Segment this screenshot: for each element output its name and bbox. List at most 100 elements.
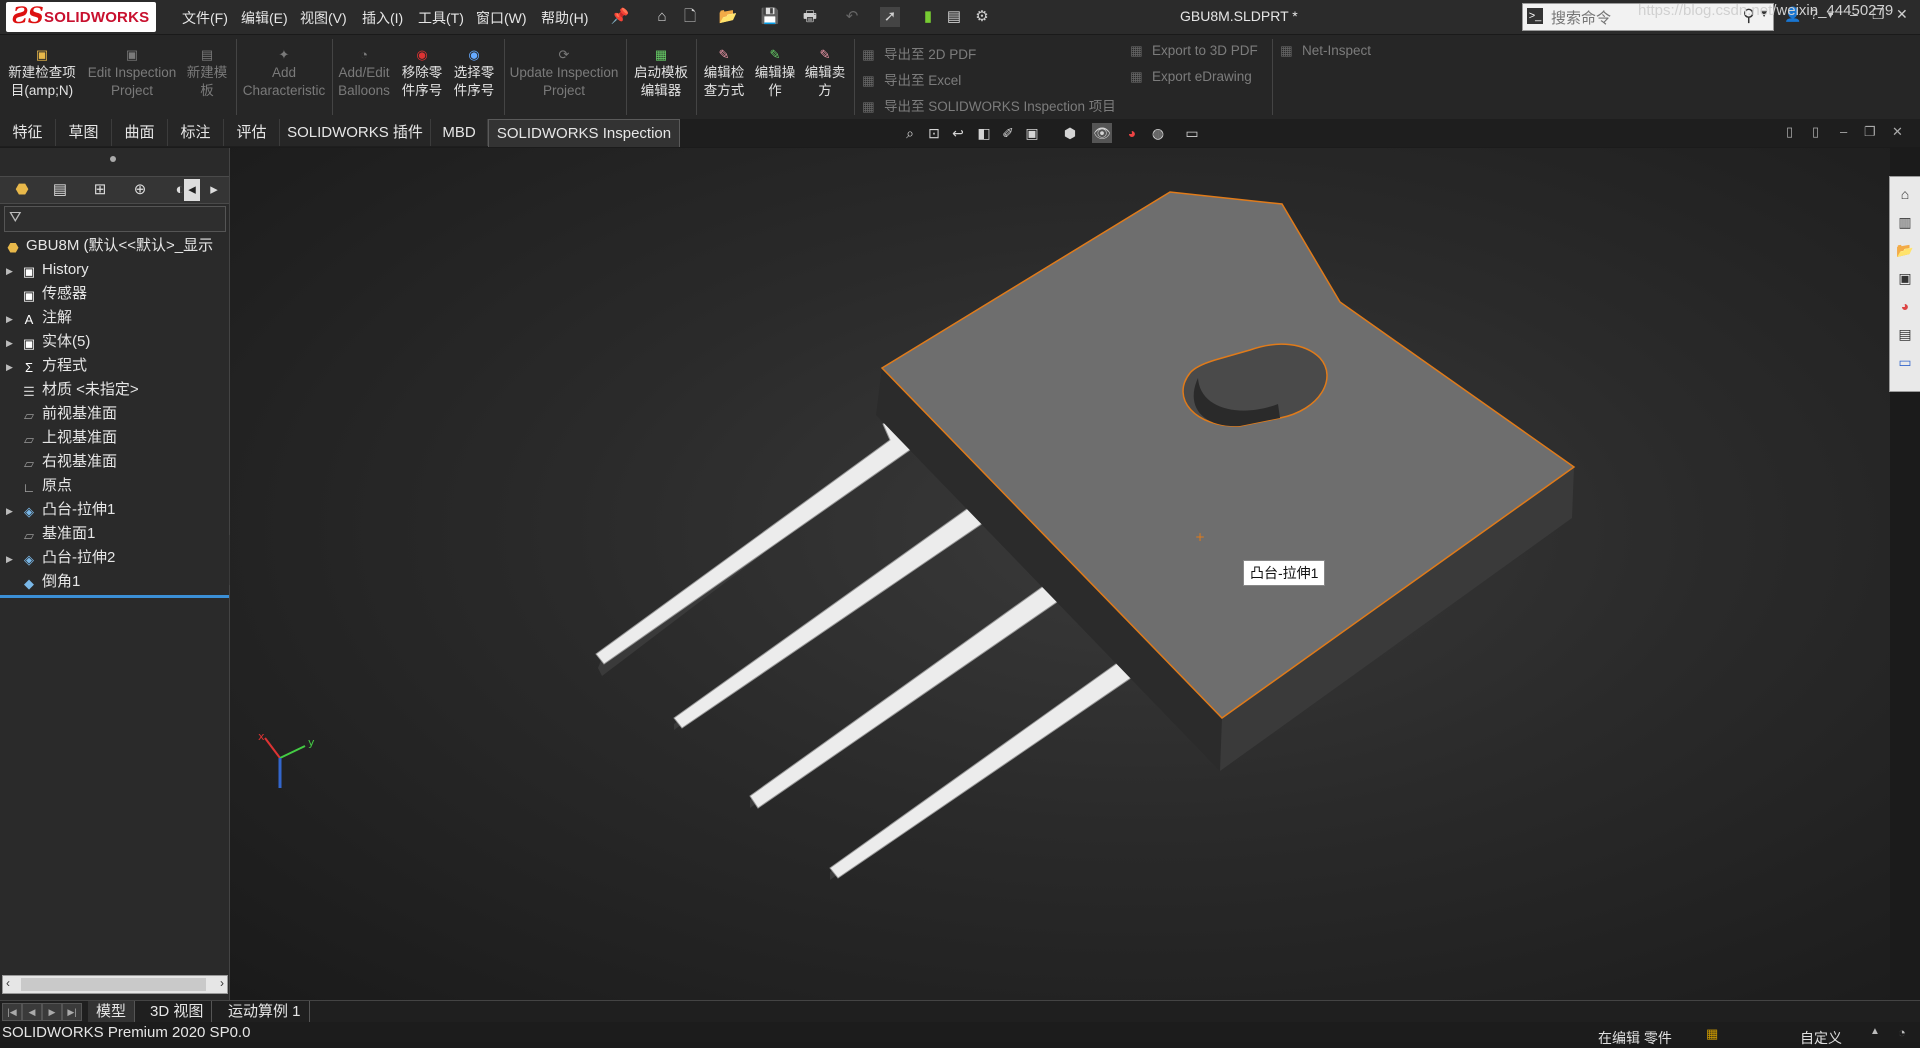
export-3d-pdf-button[interactable]: ▦ Export to 3D PDF	[1130, 43, 1258, 59]
tree-item-plane1[interactable]: ▱ 基准面1	[0, 522, 95, 546]
scroll-left-arrow-icon[interactable]: ‹	[6, 976, 10, 990]
next-tab-icon[interactable]: ▶	[42, 1003, 62, 1021]
expand-arrow-icon[interactable]: ▶	[6, 499, 20, 523]
view-settings-icon[interactable]: ▭	[1182, 123, 1202, 143]
add-edit-balloons-button[interactable]: ◔ Add/Edit Balloons	[334, 47, 394, 100]
tree-item-material[interactable]: ☰ 材质 <未指定>	[0, 378, 139, 402]
zoom-to-fit-icon[interactable]: ⌕	[900, 123, 920, 143]
viewport-close-icon[interactable]: ✕	[1892, 124, 1903, 140]
menu-tools[interactable]: 工具(T)	[418, 8, 464, 28]
menu-file[interactable]: 文件(F)	[182, 8, 228, 28]
menu-help[interactable]: 帮助(H)	[541, 8, 588, 28]
display-style-icon[interactable]: ⬢	[1060, 123, 1080, 143]
feature-tree-tab-icon[interactable]: ⬣	[10, 179, 34, 201]
edit-inspection-project-button[interactable]: ▣ Edit Inspection Project	[84, 47, 180, 100]
tree-filter[interactable]: ⛛	[4, 206, 226, 232]
tab-model[interactable]: 模型	[88, 1001, 136, 1022]
tile-vertical-icon[interactable]: ▯	[1812, 124, 1819, 140]
tree-item-boss-extrude1[interactable]: ▶ ◈ 凸台-拉伸1	[0, 498, 115, 522]
scroll-right-arrow-icon[interactable]: ›	[220, 976, 224, 990]
tree-item-right-plane[interactable]: ▱ 右视基准面	[0, 450, 117, 474]
tab-evaluate[interactable]: 评估	[224, 119, 280, 146]
tree-item-sensors[interactable]: ▣ 传感器	[0, 282, 87, 306]
dynamic-annotation-icon[interactable]: ✐	[998, 123, 1018, 143]
view-orientation-icon[interactable]: ▣	[1022, 123, 1042, 143]
file-explorer-icon[interactable]: 📂	[1895, 239, 1915, 261]
open-icon[interactable]: 📂	[718, 7, 738, 27]
pin-1[interactable]	[595, 405, 941, 676]
tab-inspection[interactable]: SOLIDWORKS Inspection	[488, 119, 680, 147]
tooltip-toggle-icon[interactable]: ◔	[1898, 1025, 1906, 1040]
tile-horizontal-icon[interactable]: ▯	[1786, 124, 1793, 140]
rebuild-status-icon[interactable]: ▦	[1706, 1026, 1718, 1042]
export-inspection-project-button[interactable]: ▦ 导出至 SOLIDWORKS Inspection 项目	[862, 95, 1116, 115]
tree-item-annotations[interactable]: ▶ A 注解	[0, 306, 72, 330]
hide-show-icon[interactable]: 👁	[1092, 123, 1112, 143]
tab-surfaces[interactable]: 曲面	[112, 119, 168, 146]
print-icon[interactable]: 🖶	[800, 7, 820, 27]
scene-icon[interactable]: ◍	[1148, 123, 1168, 143]
home-icon[interactable]: ⌂	[652, 7, 672, 27]
viewport-restore-icon[interactable]: ❐	[1864, 124, 1876, 140]
section-view-icon[interactable]: ◧	[974, 123, 994, 143]
tree-item-equations[interactable]: ▶ Σ 方程式	[0, 354, 87, 378]
add-characteristic-button[interactable]: ✦ Add Characteristic	[240, 47, 328, 100]
tree-item-top-plane[interactable]: ▱ 上视基准面	[0, 426, 117, 450]
template-editor-button[interactable]: ▦ 启动模板编辑器	[630, 47, 692, 100]
menu-view[interactable]: 视图(V)	[300, 8, 347, 28]
save-icon[interactable]: 💾	[760, 7, 780, 27]
rollback-bar[interactable]	[0, 595, 229, 598]
menu-edit[interactable]: 编辑(E)	[241, 8, 288, 28]
tab-features[interactable]: 特征	[0, 119, 56, 146]
undo-icon[interactable]: ↶	[842, 7, 862, 27]
tab-addins[interactable]: SOLIDWORKS 插件	[280, 119, 431, 146]
view-palette-icon[interactable]: ▣	[1895, 267, 1915, 289]
status-units[interactable]: 自定义	[1800, 1028, 1842, 1048]
first-tab-icon[interactable]: |◀	[2, 1003, 22, 1021]
part-model[interactable]: + x y	[230, 148, 1890, 1000]
last-tab-icon[interactable]: ▶|	[62, 1003, 82, 1021]
export-excel-button[interactable]: ▦ 导出至 Excel	[862, 69, 961, 89]
tree-item-front-plane[interactable]: ▱ 前视基准面	[0, 402, 117, 426]
net-inspect-button[interactable]: ▦ Net-Inspect	[1280, 43, 1371, 59]
horizontal-scrollbar[interactable]: ‹ ›	[2, 975, 228, 994]
tree-item-history[interactable]: ▶ ▣ History	[0, 258, 89, 282]
export-2d-pdf-button[interactable]: ▦ 导出至 2D PDF	[862, 43, 976, 63]
graphics-area[interactable]: + x y	[230, 148, 1890, 1000]
appearances-icon[interactable]: ◕	[1895, 295, 1915, 317]
scrollbar-thumb[interactable]	[21, 978, 206, 991]
edit-operation-button[interactable]: ✎ 编辑操作	[752, 47, 798, 100]
tab-3d-views[interactable]: 3D 视图	[142, 1001, 213, 1022]
expand-arrow-icon[interactable]: ▶	[6, 547, 20, 571]
tree-item-boss-extrude2[interactable]: ▶ ◈ 凸台-拉伸2	[0, 546, 115, 570]
package-body[interactable]: +	[876, 191, 1576, 771]
rebuild-icon[interactable]: ▮	[918, 7, 938, 27]
scroll-right-icon[interactable]: ▸	[206, 179, 222, 201]
tab-dimxpert[interactable]: 标注	[168, 119, 224, 146]
pin-icon[interactable]: 📌	[610, 7, 630, 27]
update-inspection-project-button[interactable]: ⟳ Update Inspection Project	[506, 47, 622, 100]
new-inspection-project-button[interactable]: ▣ 新建检查项目(amp;N)	[4, 47, 80, 100]
expand-arrow-icon[interactable]: ▶	[6, 331, 20, 355]
tree-item-chamfer1[interactable]: ◆ 倒角1	[0, 570, 80, 594]
forum-icon[interactable]: ▭	[1895, 351, 1915, 373]
new-template-button[interactable]: ▤ 新建模板	[184, 47, 230, 100]
select-balloon-button[interactable]: ◉ 选择零件序号	[450, 47, 498, 100]
menu-window[interactable]: 窗口(W)	[476, 8, 527, 28]
property-manager-tab-icon[interactable]: ▤	[48, 179, 72, 201]
previous-view-icon[interactable]: ↩	[948, 123, 968, 143]
select-icon[interactable]: ➚	[880, 7, 900, 27]
expand-arrow-icon[interactable]: ▶	[6, 355, 20, 379]
viewport-minimize-icon[interactable]: –	[1840, 124, 1847, 139]
scroll-left-icon[interactable]: ◂	[184, 179, 200, 201]
dimxpert-manager-tab-icon[interactable]: ⊕	[128, 179, 152, 201]
solidworks-resources-icon[interactable]: ⌂	[1895, 183, 1915, 205]
edit-appearance-icon[interactable]: ◕	[1122, 123, 1142, 143]
edit-inspection-method-button[interactable]: ✎ 编辑检查方式	[700, 47, 748, 100]
panel-splitter-handle[interactable]	[110, 156, 116, 162]
units-chevron-icon[interactable]: ▲	[1870, 1026, 1880, 1037]
file-properties-icon[interactable]: ▤	[944, 7, 964, 27]
configuration-manager-tab-icon[interactable]: ⊞	[88, 179, 112, 201]
custom-properties-icon[interactable]: ▤	[1895, 323, 1915, 345]
tab-motion-study[interactable]: 运动算例 1	[220, 1001, 310, 1022]
